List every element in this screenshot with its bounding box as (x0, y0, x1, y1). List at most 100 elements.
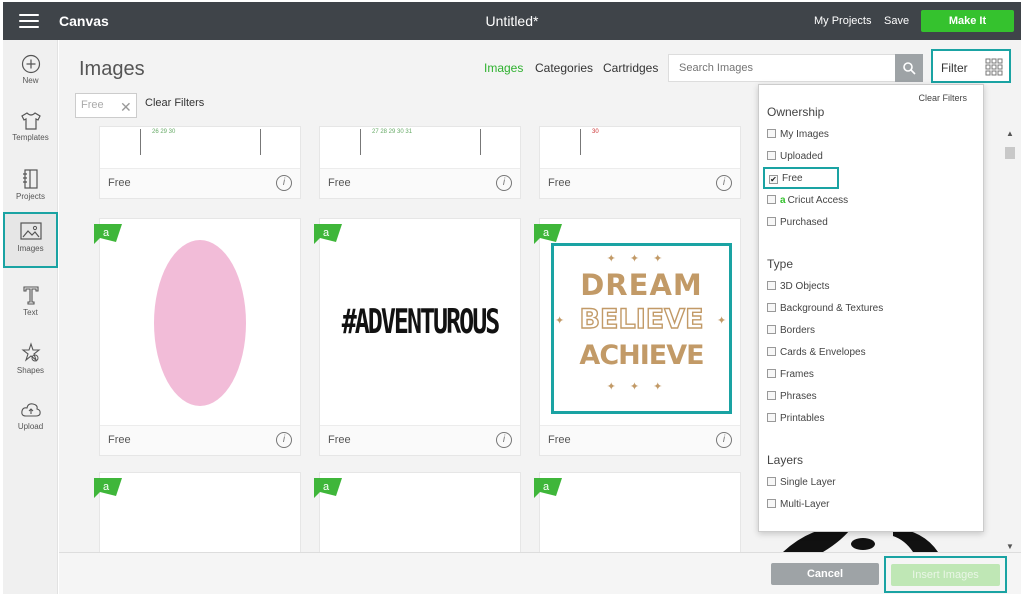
my-projects-link[interactable]: My Projects (814, 15, 871, 27)
checkbox[interactable] (767, 129, 776, 138)
pink-oval-image (154, 240, 246, 406)
tab-categories[interactable]: Categories (535, 61, 593, 75)
text-t-icon (22, 286, 39, 305)
filter-label: Filter (941, 61, 968, 75)
image-card[interactable]: a Free i (94, 218, 301, 456)
nav-item-shapes[interactable]: Shapes (3, 334, 58, 390)
info-icon[interactable]: i (496, 175, 512, 191)
filter-option-borders[interactable]: Borders (767, 325, 815, 341)
checkbox[interactable] (767, 281, 776, 290)
shapes-icon (20, 342, 41, 362)
shirt-icon (20, 112, 41, 130)
filter-option-phrases[interactable]: Phrases (767, 391, 817, 407)
scroll-down-arrow-icon[interactable]: ▼ (1006, 542, 1014, 551)
calendar-line (260, 129, 261, 155)
checkbox-checked[interactable]: ✔ (769, 175, 778, 184)
insert-images-highlight: Insert Images (884, 556, 1007, 593)
tab-images[interactable]: Images (484, 61, 523, 75)
checkbox[interactable] (767, 195, 776, 204)
filter-option-cricut-access[interactable]: a Cricut Access (767, 195, 848, 211)
svg-text:a: a (543, 481, 550, 493)
cancel-button[interactable]: Cancel (771, 563, 879, 585)
scrollbar[interactable]: ▲ ▼ (1004, 127, 1016, 551)
nav-label-images: Images (17, 244, 44, 253)
info-icon[interactable]: i (716, 175, 732, 191)
nav-item-images[interactable]: Images (3, 212, 58, 268)
nav-item-new[interactable]: New (3, 46, 58, 102)
save-link[interactable]: Save (884, 15, 909, 27)
checkbox[interactable] (767, 413, 776, 422)
image-card[interactable]: a #ADVENTUROUS Free i (314, 218, 521, 456)
checkbox[interactable] (767, 217, 776, 226)
image-icon (19, 222, 42, 240)
nav-item-templates[interactable]: Templates (3, 103, 58, 159)
card-footer: Free i (100, 168, 300, 198)
filter-option-3d-objects[interactable]: 3D Objects (767, 281, 829, 297)
checkbox[interactable] (767, 347, 776, 356)
dream-believe-achieve-image: ✦✦✦ DREAM BELIEVE ACHIEVE ✦✦✦ ✦ ✦ (554, 246, 729, 411)
info-icon[interactable]: i (276, 432, 292, 448)
filter-option-uploaded[interactable]: Uploaded (767, 151, 823, 167)
filter-option-single-layer[interactable]: Single Layer (767, 477, 836, 493)
checkbox[interactable] (767, 477, 776, 486)
price-label: Free (108, 177, 131, 189)
filter-option-cards-envelopes[interactable]: Cards & Envelopes (767, 347, 866, 363)
search-input[interactable] (669, 55, 895, 81)
checkbox[interactable] (767, 369, 776, 378)
price-label: Free (328, 177, 351, 189)
scroll-up-arrow-icon[interactable]: ▲ (1006, 129, 1014, 138)
close-icon[interactable]: ✕ (120, 99, 132, 116)
insert-images-button[interactable]: Insert Images (891, 564, 1000, 586)
top-bar: Canvas Untitled* My Projects Save Make I… (3, 2, 1021, 40)
cricut-access-badge-icon: a (534, 478, 562, 498)
calendar-line (360, 129, 361, 155)
search-button[interactable] (895, 54, 923, 82)
card-image: 30 (540, 127, 740, 169)
filter-button[interactable]: Filter (931, 49, 1011, 83)
search-box (668, 54, 896, 82)
checkbox[interactable] (767, 325, 776, 334)
filter-option-multi-layer[interactable]: Multi-Layer (767, 499, 829, 515)
option-label: Purchased (780, 217, 828, 228)
filter-option-my-images[interactable]: My Images (767, 129, 829, 145)
image-card[interactable]: 30 Free i (539, 126, 741, 199)
clear-filters-link[interactable]: Clear Filters (145, 97, 204, 109)
cricut-access-icon: a (780, 195, 786, 206)
design-space-app: Canvas Untitled* My Projects Save Make I… (0, 0, 1024, 596)
checkbox[interactable] (767, 303, 776, 312)
info-icon[interactable]: i (276, 175, 292, 191)
option-label: Cricut Access (787, 195, 849, 206)
nav-item-upload[interactable]: Upload (3, 392, 58, 448)
make-it-button[interactable]: Make It (921, 10, 1014, 32)
card-image: 27 28 29 30 31 (320, 127, 520, 169)
info-icon[interactable]: i (716, 432, 732, 448)
grid-view-icon[interactable] (985, 58, 1003, 76)
scrollbar-thumb[interactable] (1005, 147, 1015, 159)
svg-text:a: a (323, 481, 330, 493)
image-card[interactable]: 27 28 29 30 31 Free i (319, 126, 521, 199)
nav-label-templates: Templates (12, 133, 49, 142)
filter-option-frames[interactable]: Frames (767, 369, 814, 385)
checkbox[interactable] (767, 151, 776, 160)
option-label: 3D Objects (780, 281, 830, 292)
calendar-line (140, 129, 141, 155)
price-label: Free (548, 434, 571, 446)
nav-label-projects: Projects (16, 192, 45, 201)
tab-cartridges[interactable]: Cartridges (603, 61, 658, 75)
option-label: Background & Textures (780, 303, 884, 314)
info-icon[interactable]: i (496, 432, 512, 448)
filter-option-purchased[interactable]: Purchased (767, 217, 828, 233)
nav-item-projects[interactable]: Projects (3, 160, 58, 216)
filter-clear-filters-link[interactable]: Clear Filters (918, 93, 967, 103)
dream-text: DREAM (580, 268, 703, 302)
nav-item-text[interactable]: Text (3, 276, 58, 332)
filter-option-printables[interactable]: Printables (767, 413, 824, 429)
filter-option-free[interactable]: ✔ Free (763, 167, 839, 189)
checkbox[interactable] (767, 391, 776, 400)
image-card[interactable]: 26 29 30 Free i (99, 126, 301, 199)
filter-option-backgrounds[interactable]: Background & Textures (767, 303, 883, 319)
image-card[interactable]: a ✦✦✦ DREAM BELIEVE ACHIEVE ✦✦✦ ✦ ✦ Free (534, 218, 741, 456)
sparkle-icon: ✦ (717, 315, 727, 327)
checkbox[interactable] (767, 499, 776, 508)
nav-label-text: Text (23, 308, 38, 317)
